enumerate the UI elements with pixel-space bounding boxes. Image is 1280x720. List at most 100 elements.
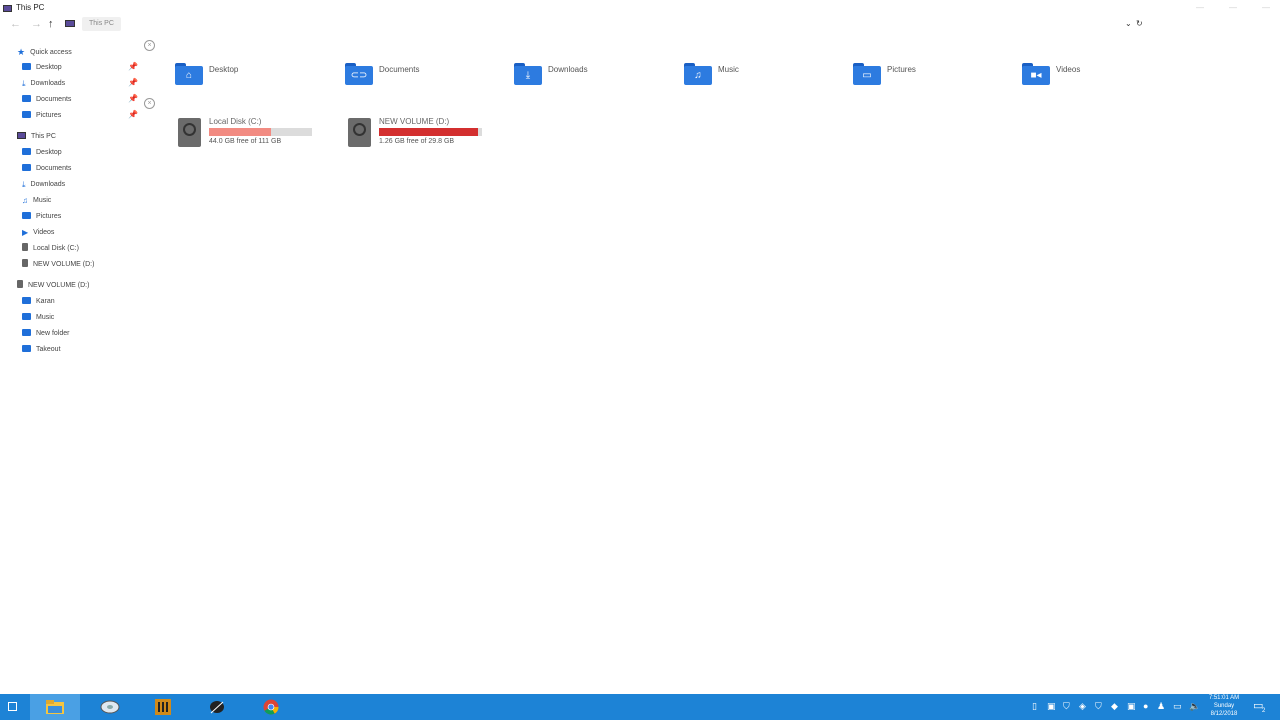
download-icon: ⤓	[22, 79, 26, 88]
this-pc-icon	[3, 5, 12, 12]
sidebar-item-takeout[interactable]: Takeout	[22, 343, 61, 357]
drive-tile-c[interactable]: Local Disk (C:) 44.0 GB free of 111 GB	[178, 115, 338, 151]
disc-icon	[100, 700, 120, 714]
taskbar: ▯ ▣ ⛉ ◈ ⛉ ◆ ▣ ● ♟ ▭ 🔈 7:51:01 AM Sunday …	[0, 694, 1280, 720]
maximize-button[interactable]: —	[1229, 3, 1237, 12]
sidebar-item-new-volume-d[interactable]: NEW VOLUME (D:)	[22, 258, 94, 272]
person-icon[interactable]: ♟	[1157, 701, 1165, 712]
pin-icon[interactable]: 📌	[128, 62, 138, 71]
storage-bar	[379, 128, 482, 136]
folder-tile-documents[interactable]: ⊂⊃ Documents	[345, 61, 505, 87]
computer-icon	[17, 132, 26, 139]
sidebar-item-local-disk-c[interactable]: Local Disk (C:)	[22, 242, 79, 256]
sidebar-item-videos[interactable]: ▶ Videos	[22, 226, 54, 240]
hard-drive-icon	[17, 280, 23, 288]
notification-count: 2	[1262, 708, 1266, 714]
hard-drive-icon	[348, 118, 371, 147]
sidebar-item-karan[interactable]: Karan	[22, 295, 55, 309]
folder-tile-music[interactable]: ♫ Music	[684, 61, 844, 87]
network-icon[interactable]: ▭	[1173, 701, 1182, 712]
folder-icon	[22, 63, 31, 70]
minimize-button[interactable]: —	[1196, 3, 1204, 12]
usb-icon[interactable]: ▯	[1032, 701, 1037, 712]
nvidia-icon[interactable]: ▣	[1127, 701, 1136, 712]
satellite-dish-icon	[210, 701, 224, 714]
drive-tile-d[interactable]: NEW VOLUME (D:) 1.26 GB free of 29.8 GB	[348, 115, 508, 151]
sidebar-this-pc[interactable]: This PC	[17, 130, 56, 144]
download-icon: ⤓	[22, 180, 26, 189]
sidebar-item-pictures[interactable]: Pictures	[22, 210, 61, 224]
this-pc-icon	[65, 20, 75, 27]
hard-drive-icon	[22, 243, 28, 251]
folder-icon	[22, 297, 31, 304]
hard-drive-icon	[22, 259, 28, 267]
network-app-icon[interactable]: ◈	[1079, 701, 1086, 712]
sidebar-item-documents[interactable]: Documents	[22, 162, 71, 176]
excel-icon[interactable]: ▣	[1047, 701, 1056, 712]
sidebar-quick-access[interactable]: ★ Quick access	[17, 45, 72, 59]
defender-icon[interactable]: ◆	[1111, 701, 1118, 712]
home-icon: ⌂	[175, 63, 203, 85]
address-bar: ← → ↑	[0, 16, 1280, 34]
folder-icon	[22, 313, 31, 320]
folder-icon	[22, 148, 31, 155]
pin-icon[interactable]: 📌	[128, 110, 138, 119]
star-icon: ★	[17, 47, 26, 57]
title-bar: This PC — — —	[0, 0, 1280, 16]
sidebar-item-music[interactable]: ♫ Music	[22, 194, 51, 208]
disc-app-taskbar-button[interactable]	[85, 694, 135, 720]
download-icon: ⤓	[514, 63, 542, 85]
volume-icon[interactable]: 🔈	[1189, 701, 1200, 712]
hard-drive-icon	[178, 118, 201, 147]
sidebar-item-desktop[interactable]: Desktop	[22, 146, 62, 160]
folder-icon	[22, 329, 31, 336]
close-button[interactable]: —	[1262, 3, 1270, 12]
folder-icon	[46, 700, 64, 714]
folder-tile-videos[interactable]: ■◂ Videos	[1022, 61, 1182, 87]
pictures-icon	[22, 111, 31, 118]
sidebar-item-documents[interactable]: Documents	[22, 93, 71, 107]
sidebar-item-pictures[interactable]: Pictures	[22, 109, 61, 123]
chevron-down-icon[interactable]: ⌄	[1125, 19, 1132, 28]
sidebar-item-desktop[interactable]: Desktop	[22, 61, 62, 75]
sidebar-item-new-folder[interactable]: New folder	[22, 327, 69, 341]
file-explorer-taskbar-button[interactable]	[30, 694, 80, 720]
start-button[interactable]	[8, 702, 17, 711]
music-icon: ♫	[684, 63, 712, 85]
sidebar-item-downloads[interactable]: ⤓ Downloads	[22, 178, 65, 192]
image-icon: ▭	[853, 63, 881, 85]
chrome-taskbar-button[interactable]	[246, 694, 296, 720]
pin-icon[interactable]: 📌	[128, 94, 138, 103]
window-title: This PC	[16, 3, 45, 12]
music-icon: ♫	[22, 196, 28, 205]
close-icon[interactable]: ×	[144, 40, 155, 51]
folder-icon	[22, 95, 31, 102]
chrome-icon	[263, 699, 279, 715]
folder-icon	[22, 345, 31, 352]
up-button[interactable]: ↑	[48, 18, 54, 30]
close-icon[interactable]: ×	[144, 98, 155, 109]
folder-icon	[22, 164, 31, 171]
sidebar-item-downloads[interactable]: ⤓ Downloads	[22, 77, 65, 91]
security-icon[interactable]: ⛉	[1095, 701, 1102, 712]
mixer-app-taskbar-button[interactable]	[138, 694, 188, 720]
folder-tile-downloads[interactable]: ⤓ Downloads	[514, 61, 674, 87]
refresh-icon[interactable]: ↻	[1136, 19, 1143, 28]
system-clock[interactable]: 7:51:01 AM Sunday 8/12/2018	[1200, 694, 1248, 718]
shield-icon[interactable]: ⛉	[1063, 701, 1070, 712]
video-icon: ■◂	[1022, 63, 1050, 85]
sidebar-new-volume[interactable]: NEW VOLUME (D:)	[17, 279, 89, 293]
equalizer-icon	[155, 699, 171, 715]
breadcrumb[interactable]: This PC	[82, 17, 121, 31]
link-icon: ⊂⊃	[345, 63, 373, 85]
satellite-app-taskbar-button[interactable]	[192, 694, 242, 720]
back-button[interactable]: ←	[10, 18, 21, 30]
pin-icon[interactable]: 📌	[128, 78, 138, 87]
pictures-icon	[22, 212, 31, 219]
dot-icon[interactable]: ●	[1143, 701, 1148, 711]
forward-button[interactable]: →	[31, 18, 42, 30]
folder-tile-desktop[interactable]: ⌂ Desktop	[175, 61, 335, 87]
video-icon: ▶	[22, 228, 29, 237]
folder-tile-pictures[interactable]: ▭ Pictures	[853, 61, 1013, 87]
sidebar-item-music[interactable]: Music	[22, 311, 54, 325]
